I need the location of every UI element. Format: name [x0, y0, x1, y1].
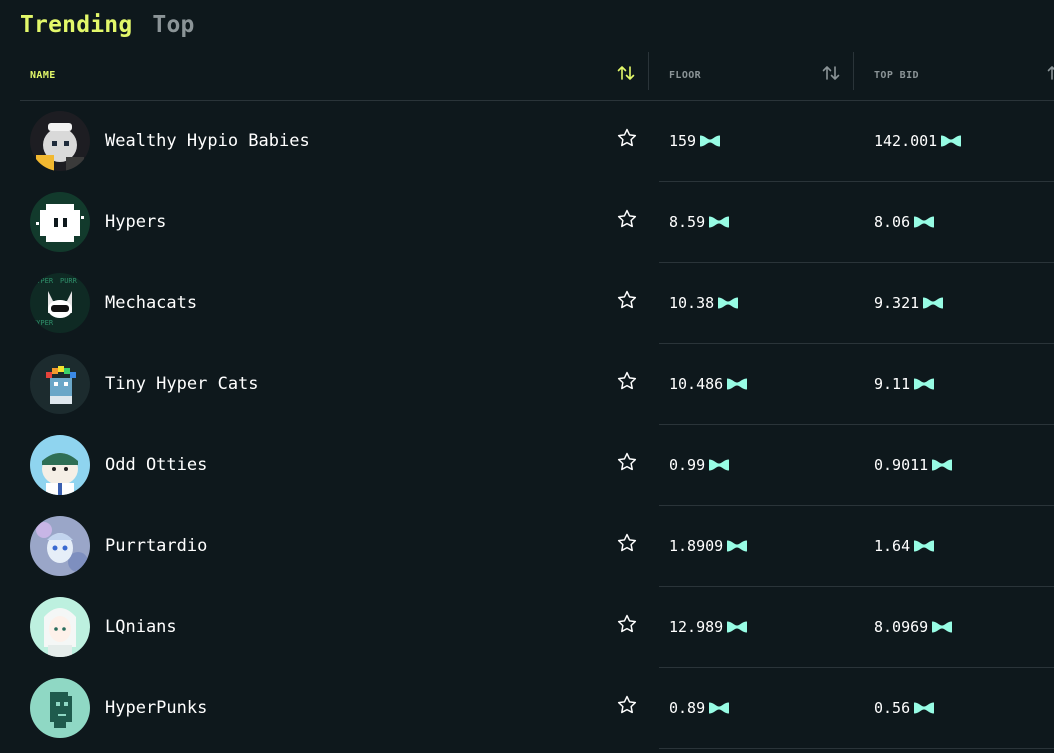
collection-name[interactable]: Odd Otties [105, 455, 207, 475]
hype-token-icon [726, 539, 748, 553]
floor-value: 12.989 [669, 618, 724, 636]
table-row[interactable]: HyperPunks 0.89 0.56 [20, 668, 1054, 749]
floor-price: 8.59 [669, 212, 730, 232]
tab-bar: Trending Top [20, 8, 195, 42]
collection-avatar [30, 192, 90, 252]
table-row[interactable]: HYPER HYPER PURR Mechacats 10.38 9.321 [20, 263, 1054, 344]
top-bid-price: 1.64 [874, 536, 935, 556]
floor-price: 10.486 [669, 374, 748, 394]
table-row[interactable]: Tiny Hyper Cats 10.486 9.11 [20, 344, 1054, 425]
column-header-floor[interactable]: FLOOR [669, 50, 701, 100]
sort-arrows-icon[interactable] [820, 62, 842, 84]
column-divider [853, 52, 854, 90]
hype-token-icon [699, 134, 721, 148]
star-icon[interactable] [616, 532, 638, 554]
floor-price: 12.989 [669, 617, 748, 637]
collection-avatar: HYPER HYPER PURR [30, 273, 90, 333]
top-bid-value: 8.0969 [874, 618, 929, 636]
collection-name[interactable]: LQnians [105, 617, 177, 637]
top-bid-price: 8.06 [874, 212, 935, 232]
floor-price: 0.89 [669, 698, 730, 718]
hype-token-icon [940, 134, 962, 148]
hype-token-icon [708, 701, 730, 715]
floor-value: 10.486 [669, 375, 724, 393]
top-bid-price: 142.001 [874, 131, 962, 151]
table-row[interactable]: Wealthy Hypio Babies 159 142.001 [20, 101, 1054, 182]
top-bid-price: 0.56 [874, 698, 935, 718]
hype-token-icon [708, 458, 730, 472]
star-icon[interactable] [616, 370, 638, 392]
top-bid-value: 0.9011 [874, 456, 929, 474]
collection-avatar [30, 354, 90, 414]
hype-token-icon [913, 377, 935, 391]
floor-value: 1.8909 [669, 537, 724, 555]
star-icon[interactable] [616, 613, 638, 635]
collection-name[interactable]: Hypers [105, 212, 166, 232]
collection-avatar [30, 435, 90, 495]
collection-avatar [30, 111, 90, 171]
hype-token-icon [913, 701, 935, 715]
collection-avatar [30, 678, 90, 738]
collection-name[interactable]: HyperPunks [105, 698, 207, 718]
hype-token-icon [708, 215, 730, 229]
floor-value: 159 [669, 132, 697, 150]
collection-avatar [30, 597, 90, 657]
floor-value: 0.99 [669, 456, 706, 474]
collection-name[interactable]: Mechacats [105, 293, 197, 313]
hype-token-icon [726, 620, 748, 634]
column-header-top-bid[interactable]: TOP BID [874, 50, 919, 100]
collections-table: Wealthy Hypio Babies 159 142.001 Hypers … [20, 101, 1054, 749]
hype-token-icon [922, 296, 944, 310]
tab-top[interactable]: Top [152, 12, 194, 38]
row-divider [659, 748, 1054, 749]
top-bid-price: 9.321 [874, 293, 944, 313]
top-bid-price: 8.0969 [874, 617, 953, 637]
collection-name[interactable]: Wealthy Hypio Babies [105, 131, 310, 151]
top-bid-price: 0.9011 [874, 455, 953, 475]
collection-name[interactable]: Purrtardio [105, 536, 207, 556]
hype-token-icon [931, 458, 953, 472]
floor-value: 10.38 [669, 294, 715, 312]
collection-avatar [30, 516, 90, 576]
floor-value: 0.89 [669, 699, 706, 717]
top-bid-value: 9.11 [874, 375, 911, 393]
top-bid-value: 8.06 [874, 213, 911, 231]
svg-text:PURR: PURR [60, 277, 78, 285]
table-row[interactable]: Odd Otties 0.99 0.9011 [20, 425, 1054, 506]
svg-text:HYPER: HYPER [32, 319, 54, 327]
collection-name[interactable]: Tiny Hyper Cats [105, 374, 259, 394]
top-bid-value: 142.001 [874, 132, 938, 150]
hype-token-icon [913, 539, 935, 553]
floor-price: 1.8909 [669, 536, 748, 556]
floor-value: 8.59 [669, 213, 706, 231]
column-divider [648, 52, 649, 90]
top-bid-price: 9.11 [874, 374, 935, 394]
star-icon[interactable] [616, 208, 638, 230]
hype-token-icon [726, 377, 748, 391]
sort-arrows-icon[interactable] [1045, 62, 1054, 84]
top-bid-value: 1.64 [874, 537, 911, 555]
svg-text:HYPER: HYPER [32, 277, 54, 285]
floor-price: 0.99 [669, 455, 730, 475]
floor-price: 159 [669, 131, 721, 151]
tab-trending[interactable]: Trending [20, 12, 132, 38]
table-row[interactable]: LQnians 12.989 8.0969 [20, 587, 1054, 668]
top-bid-value: 0.56 [874, 699, 911, 717]
hype-token-icon [717, 296, 739, 310]
table-header: NAME FLOOR TOP BID [20, 50, 1054, 101]
sort-arrows-icon[interactable] [615, 62, 637, 84]
column-header-name[interactable]: NAME [30, 50, 56, 100]
floor-price: 10.38 [669, 293, 739, 313]
star-icon[interactable] [616, 451, 638, 473]
star-icon[interactable] [616, 127, 638, 149]
hype-token-icon [931, 620, 953, 634]
table-row[interactable]: Purrtardio 1.8909 1.64 [20, 506, 1054, 587]
hype-token-icon [913, 215, 935, 229]
top-bid-value: 9.321 [874, 294, 920, 312]
star-icon[interactable] [616, 289, 638, 311]
table-row[interactable]: Hypers 8.59 8.06 [20, 182, 1054, 263]
star-icon[interactable] [616, 694, 638, 716]
